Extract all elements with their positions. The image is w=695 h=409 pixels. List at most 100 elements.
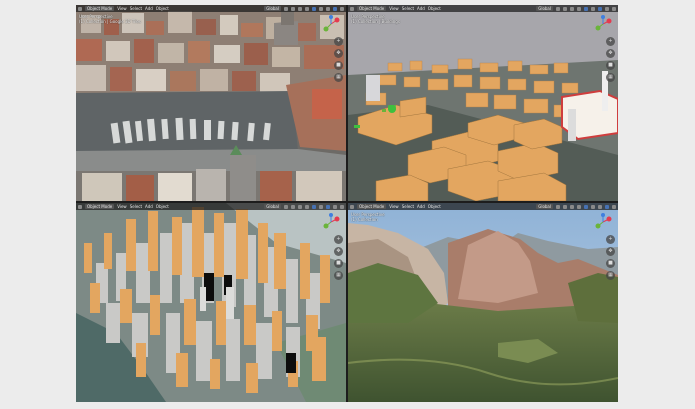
viewport-bottom-left[interactable]: Object Mode View Select Add Object Globa…	[76, 203, 346, 402]
transform-pivot-icon[interactable]	[556, 6, 560, 11]
shading-material-icon[interactable]	[605, 204, 609, 209]
viewport-info: User Perspective (1) Collection | Google…	[79, 14, 141, 24]
shading-solid-icon[interactable]	[326, 204, 330, 209]
visibility-icon[interactable]	[305, 204, 309, 209]
select-menu[interactable]: Select	[130, 5, 142, 12]
snap-icon[interactable]	[563, 6, 567, 11]
xray-icon[interactable]	[591, 204, 595, 209]
collection-name: (1) Collection | Buildings	[351, 19, 400, 24]
snap-icon[interactable]	[291, 6, 295, 11]
select-menu[interactable]: Select	[402, 203, 414, 210]
zoom-icon[interactable]: +	[606, 37, 615, 46]
shading-solid-icon[interactable]	[598, 6, 602, 11]
viewport-info: User Perspective (1) Collection | Buildi…	[351, 14, 400, 24]
shading-solid-icon[interactable]	[326, 6, 330, 11]
mode-selector[interactable]: Object Mode	[85, 204, 115, 209]
object-menu[interactable]: Object	[156, 203, 169, 210]
shading-material-icon[interactable]	[605, 6, 609, 11]
orientation-selector[interactable]: Global	[264, 204, 281, 209]
shading-rendered-icon[interactable]	[612, 204, 616, 209]
viewport-info: User Perspective (1) Collection	[351, 212, 385, 222]
shading-material-icon[interactable]	[333, 6, 337, 11]
navigation-gizmo[interactable]	[594, 213, 612, 231]
visibility-icon[interactable]	[305, 6, 309, 11]
overlay-icon[interactable]	[584, 6, 588, 11]
camera-icon[interactable]: ■	[606, 259, 615, 268]
editor-type-icon[interactable]	[350, 6, 354, 11]
visibility-icon[interactable]	[577, 6, 581, 11]
editor-type-icon[interactable]	[78, 6, 82, 11]
pan-icon[interactable]: ✥	[606, 49, 615, 58]
pan-icon[interactable]: ✥	[334, 49, 343, 58]
snap-icon[interactable]	[563, 204, 567, 209]
shading-solid-icon[interactable]	[598, 204, 602, 209]
view-menu[interactable]: View	[389, 203, 399, 210]
navigation-gizmo[interactable]	[322, 213, 340, 231]
perspective-icon[interactable]: ▦	[606, 73, 615, 82]
navigation-buttons: + ✥ ■ ▦	[606, 235, 615, 283]
orientation-selector[interactable]: Global	[536, 6, 553, 11]
object-menu[interactable]: Object	[428, 203, 441, 210]
overlay-icon[interactable]	[312, 6, 316, 11]
viewport-header: Object Mode View Select Add Object Globa…	[348, 203, 618, 210]
xray-icon[interactable]	[591, 6, 595, 11]
view-menu[interactable]: View	[117, 203, 127, 210]
proportional-edit-icon[interactable]	[298, 204, 302, 209]
editor-type-icon[interactable]	[350, 204, 354, 209]
select-menu[interactable]: Select	[130, 203, 142, 210]
visibility-icon[interactable]	[577, 204, 581, 209]
add-menu[interactable]: Add	[417, 203, 425, 210]
xray-icon[interactable]	[319, 204, 323, 209]
navigation-buttons: + ✥ ■ ▦	[606, 37, 615, 85]
pan-icon[interactable]: ✥	[334, 247, 343, 256]
transform-pivot-icon[interactable]	[556, 204, 560, 209]
shading-material-icon[interactable]	[333, 204, 337, 209]
city-harbor-scene	[76, 5, 346, 201]
mode-selector[interactable]: Object Mode	[357, 6, 387, 11]
navigation-gizmo[interactable]	[322, 15, 340, 33]
zoom-icon[interactable]: +	[334, 235, 343, 244]
collection-name: (1) Collection	[351, 217, 378, 222]
skyscraper-scene	[76, 203, 346, 402]
mode-selector[interactable]: Object Mode	[357, 204, 387, 209]
viewport-top-right[interactable]: Object Mode View Select Add Object Globa…	[348, 5, 618, 201]
perspective-icon[interactable]: ▦	[334, 73, 343, 82]
add-menu[interactable]: Add	[417, 5, 425, 12]
add-menu[interactable]: Add	[145, 203, 153, 210]
object-menu[interactable]: Object	[428, 5, 441, 12]
navigation-gizmo[interactable]	[594, 15, 612, 33]
proportional-edit-icon[interactable]	[570, 6, 574, 11]
viewport-top-left[interactable]: Object Mode View Select Add Object Globa…	[76, 5, 346, 201]
overlay-icon[interactable]	[312, 204, 316, 209]
select-menu[interactable]: Select	[402, 5, 414, 12]
viewport-bottom-right[interactable]: Object Mode View Select Add Object Globa…	[348, 203, 618, 402]
add-menu[interactable]: Add	[145, 5, 153, 12]
viewport-header: Object Mode View Select Add Object Globa…	[76, 203, 346, 210]
snap-icon[interactable]	[291, 204, 295, 209]
view-menu[interactable]: View	[389, 5, 399, 12]
viewport-header: Object Mode View Select Add Object Globa…	[76, 5, 346, 12]
zoom-icon[interactable]: +	[606, 235, 615, 244]
overlay-icon[interactable]	[584, 204, 588, 209]
editor-type-icon[interactable]	[78, 204, 82, 209]
transform-pivot-icon[interactable]	[284, 6, 288, 11]
transform-pivot-icon[interactable]	[284, 204, 288, 209]
pan-icon[interactable]: ✥	[606, 247, 615, 256]
zoom-icon[interactable]: +	[334, 37, 343, 46]
perspective-icon[interactable]: ▦	[334, 271, 343, 280]
shading-rendered-icon[interactable]	[340, 204, 344, 209]
xray-icon[interactable]	[319, 6, 323, 11]
shading-rendered-icon[interactable]	[612, 6, 616, 11]
object-menu[interactable]: Object	[156, 5, 169, 12]
proportional-edit-icon[interactable]	[298, 6, 302, 11]
mode-selector[interactable]: Object Mode	[85, 6, 115, 11]
orientation-selector[interactable]: Global	[264, 6, 281, 11]
camera-icon[interactable]: ■	[334, 259, 343, 268]
camera-icon[interactable]: ■	[606, 61, 615, 70]
shading-rendered-icon[interactable]	[340, 6, 344, 11]
perspective-icon[interactable]: ▦	[606, 271, 615, 280]
proportional-edit-icon[interactable]	[570, 204, 574, 209]
camera-icon[interactable]: ■	[334, 61, 343, 70]
view-menu[interactable]: View	[117, 5, 127, 12]
orientation-selector[interactable]: Global	[536, 204, 553, 209]
